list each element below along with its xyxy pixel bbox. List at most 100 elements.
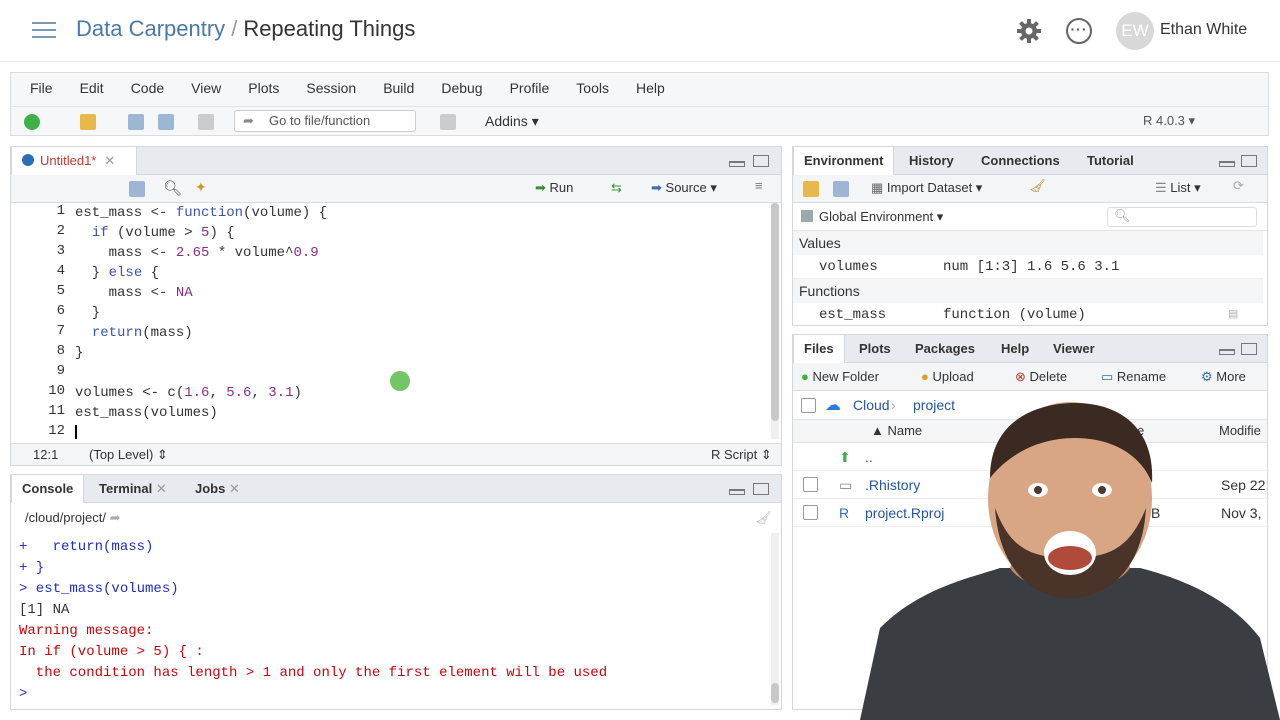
close-tab-icon[interactable]: ✕	[104, 153, 115, 168]
menu-build[interactable]: Build	[365, 74, 423, 102]
tab-untitled1[interactable]: Untitled1* ✕	[11, 147, 137, 175]
tab-connections[interactable]: Connections	[971, 147, 1070, 175]
file-type-selector[interactable]: R Script ⇕	[711, 444, 772, 466]
menu-debug[interactable]: Debug	[423, 74, 491, 102]
editor-status-bar: 12:1 (Top Level) ⇕ R Script ⇕	[11, 443, 781, 465]
list-view-selector[interactable]: ☰ List ▾	[1155, 180, 1201, 196]
console-output[interactable]: + return(mass) + } > est_mass(volumes) […	[11, 533, 781, 707]
goto-file-input[interactable]: ➦ Go to file/function	[234, 110, 416, 132]
minimize-icon[interactable]	[1219, 349, 1235, 355]
broom-icon[interactable]: 🧹︎	[1029, 178, 1046, 194]
save-icon[interactable]	[129, 181, 145, 197]
minimize-icon[interactable]	[729, 161, 745, 167]
tab-history[interactable]: History	[899, 147, 964, 175]
more-options-icon[interactable]: ···	[1066, 18, 1092, 44]
run-label: Run	[549, 180, 574, 195]
environment-pane: Environment History Connections Tutorial…	[792, 146, 1268, 326]
menu-file[interactable]: File	[12, 74, 62, 102]
list-label: List	[1170, 180, 1191, 195]
magic-wand-icon[interactable]: ✦	[195, 179, 207, 196]
tab-tutorial[interactable]: Tutorial	[1077, 147, 1144, 175]
view-function-icon[interactable]: ▤	[1229, 303, 1237, 327]
rename-label: Rename	[1116, 369, 1167, 384]
delete-button[interactable]: ⊗ Delete	[1015, 369, 1067, 385]
scrollbar-thumb[interactable]	[771, 683, 779, 703]
console-prompt[interactable]: >	[19, 684, 27, 705]
tab-help[interactable]: Help	[991, 335, 1039, 363]
save-all-icon[interactable]	[158, 114, 174, 130]
rename-button[interactable]: ▭ Rename	[1101, 369, 1166, 385]
user-name[interactable]: Ethan White	[1160, 21, 1247, 39]
addins-menu[interactable]: Addins ▾	[485, 113, 539, 130]
scrollbar-thumb[interactable]	[771, 203, 779, 421]
tab-plots[interactable]: Plots	[849, 335, 901, 363]
menu-bar: File Edit Code View Plots Session Build Debug Pr…	[12, 74, 674, 102]
console-scrollbar[interactable]	[771, 533, 779, 705]
r-version-menu[interactable]: R 4.0.3 ▾	[1143, 113, 1195, 129]
avatar[interactable]: EW	[1116, 12, 1154, 50]
text-cursor	[75, 425, 77, 439]
tab-environment[interactable]: Environment	[793, 147, 895, 175]
menu-code[interactable]: Code	[113, 74, 173, 102]
code-editor[interactable]: 1 2 3 4 5 6 7 8 9 10 11 12 est_mass <- function(vol…	[11, 203, 781, 439]
load-workspace-icon[interactable]	[803, 181, 819, 197]
menu-edit[interactable]: Edit	[62, 74, 113, 102]
more-button[interactable]: ⚙ More	[1201, 369, 1246, 385]
menu-view[interactable]: View	[173, 74, 230, 102]
hamburger-menu-icon[interactable]	[32, 22, 56, 38]
settings-gear-icon[interactable]	[1016, 18, 1042, 44]
tab-jobs[interactable]: Jobs ✕	[185, 475, 250, 503]
minimize-icon[interactable]	[1219, 161, 1235, 167]
tab-files[interactable]: Files	[793, 335, 845, 363]
upload-button[interactable]: ● Upload	[921, 369, 974, 384]
file-checkbox[interactable]	[803, 505, 818, 520]
clear-console-icon[interactable]: 🧹︎	[755, 503, 772, 533]
scope-label: Global Environment	[819, 209, 934, 224]
tab-terminal[interactable]: Terminal ✕	[89, 475, 177, 503]
minimize-icon[interactable]	[729, 489, 745, 495]
menu-profile[interactable]: Profile	[492, 74, 559, 102]
menu-help[interactable]: Help	[618, 74, 674, 102]
path-link-icon[interactable]: ➦	[110, 510, 121, 525]
menu-session[interactable]: Session	[288, 74, 365, 102]
rerun-icon[interactable]: ⇆	[611, 180, 622, 196]
editor-scrollbar[interactable]	[771, 203, 779, 439]
file-checkbox[interactable]	[803, 477, 818, 492]
tab-console[interactable]: Console	[11, 475, 85, 503]
source-button[interactable]: ➡ Source ▾	[651, 180, 717, 196]
scope-selector[interactable]: Global Environment ▾	[801, 209, 943, 225]
close-terminal-icon[interactable]: ✕	[156, 481, 167, 496]
scope-selector[interactable]: (Top Level) ⇕	[89, 444, 168, 466]
goto-placeholder: Go to file/function	[269, 113, 371, 128]
import-dataset-button[interactable]: ▦ Import Dataset ▾	[871, 180, 982, 196]
env-row[interactable]: est_mass function (volume) ▤	[793, 303, 1263, 327]
maximize-icon[interactable]	[753, 155, 769, 167]
save-workspace-icon[interactable]	[833, 181, 849, 197]
outline-icon[interactable]: ≡	[755, 178, 763, 193]
refresh-icon[interactable]: ⟳	[1233, 178, 1244, 194]
env-search-input[interactable]: 🔍︎	[1107, 207, 1257, 227]
tab-viewer[interactable]: Viewer	[1043, 335, 1105, 363]
env-row[interactable]: volumes num [1:3] 1.6 5.6 3.1	[793, 255, 1263, 279]
menu-tools[interactable]: Tools	[558, 74, 618, 102]
save-icon[interactable]	[128, 114, 144, 130]
new-folder-button[interactable]: ● New Folder	[801, 369, 879, 384]
maximize-icon[interactable]	[1241, 155, 1257, 167]
search-icon[interactable]: 🔍︎	[163, 179, 182, 197]
close-jobs-icon[interactable]: ✕	[229, 481, 240, 496]
new-file-icon[interactable]	[24, 114, 40, 130]
maximize-icon[interactable]	[1241, 343, 1257, 355]
grid-layout-icon[interactable]	[440, 114, 456, 130]
run-button[interactable]: ➡ Run	[535, 180, 573, 196]
line-number: 2	[56, 223, 65, 239]
breadcrumb-parent[interactable]: Data Carpentry	[76, 16, 225, 41]
menu-plots[interactable]: Plots	[230, 74, 288, 102]
code-area[interactable]: est_mass <- function(volume) { if (volum…	[75, 203, 765, 439]
print-icon[interactable]	[198, 114, 214, 130]
maximize-icon[interactable]	[753, 483, 769, 495]
addins-label: Addins	[485, 113, 528, 129]
select-all-checkbox[interactable]	[801, 398, 816, 413]
tab-packages[interactable]: Packages	[905, 335, 985, 363]
open-file-icon[interactable]	[80, 114, 96, 130]
code-line-4: } else {	[75, 265, 160, 281]
